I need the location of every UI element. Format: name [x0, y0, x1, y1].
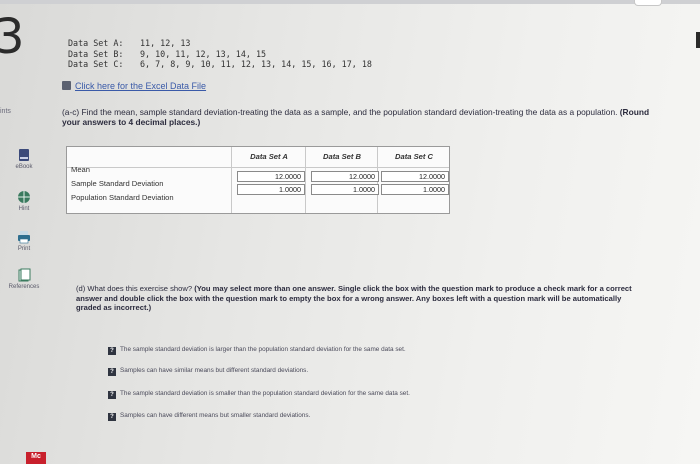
sample-sd-input-a[interactable]: 1.0000 — [237, 184, 305, 195]
excel-link-text[interactable]: Click here for the Excel Data File — [75, 81, 206, 91]
choice-item[interactable]: ? Samples can have similar means but diff… — [108, 367, 308, 376]
mcgraw-hill-logo: Mc — [26, 452, 46, 464]
choice-text: Samples can have different means but sma… — [120, 412, 311, 419]
excel-data-link[interactable]: Click here for the Excel Data File — [62, 81, 206, 91]
top-bar — [0, 0, 700, 4]
excel-file-icon — [62, 81, 71, 90]
sidebar-label-hint: Hint — [18, 206, 30, 212]
sample-sd-input-c[interactable]: 1.0000 — [381, 184, 449, 195]
choice-text: Samples can have similar means but diffe… — [120, 367, 309, 374]
choice-text: The sample standard deviation is larger … — [120, 346, 406, 353]
help-button-fragment[interactable] — [634, 0, 662, 6]
sidebar-item-hint[interactable]: Hint — [6, 190, 42, 212]
data-set-row: Data Set C: 6, 7, 8, 9, 10, 11, 12, 13, 1… — [68, 59, 372, 70]
question-mark-checkbox[interactable]: ? — [108, 347, 116, 355]
sidebar-label-references: References — [8, 284, 40, 290]
question-number: 3 — [0, 9, 25, 65]
row-label-sample-sd: Sample Standard Deviation — [71, 179, 164, 188]
data-set-row: Data Set B: 9, 10, 11, 12, 13, 14, 15 — [68, 49, 372, 60]
sample-sd-input-b[interactable]: 1.0000 — [311, 184, 379, 195]
sidebar-label-print: Print — [17, 246, 31, 252]
column-header: Data Set A — [250, 152, 288, 161]
mean-input-a[interactable]: 12.0000 — [237, 171, 305, 182]
book-icon — [19, 149, 29, 161]
globe-icon — [18, 191, 30, 203]
data-set-values: 6, 7, 8, 9, 10, 11, 12, 13, 14, 15, 16, … — [140, 59, 372, 69]
column-header: Data Set B — [323, 152, 361, 161]
row-label-population-sd: Population Standard Deviation — [71, 193, 174, 202]
sidebar-item-references[interactable]: References — [6, 268, 42, 290]
data-set-name: Data Set B: — [68, 48, 124, 59]
right-edge-control[interactable] — [696, 32, 700, 48]
data-set-row: Data Set A: 11, 12, 13 — [68, 38, 372, 49]
question-d-text: (d) What does this exercise show? — [76, 284, 193, 293]
data-set-values: 11, 12, 13 — [140, 38, 191, 48]
question-mark-checkbox[interactable]: ? — [108, 413, 116, 421]
sidebar-item-print[interactable]: Print — [6, 230, 42, 252]
data-set-values: 9, 10, 11, 12, 13, 14, 15 — [140, 48, 267, 59]
question-mark-checkbox[interactable]: ? — [108, 368, 116, 376]
question-ac-text: (a-c) Find the mean, sample standard dev… — [62, 107, 618, 117]
references-icon — [18, 268, 31, 282]
question-d: (d) What does this exercise show? (You m… — [76, 284, 646, 313]
data-set-name: Data Set A: — [68, 38, 124, 48]
choice-text: The sample standard deviation is smaller… — [120, 390, 410, 397]
printer-icon — [18, 231, 30, 244]
answer-table: Data Set A Data Set B Data Set C Mean Sa… — [66, 146, 450, 214]
column-header: Data Set C — [395, 152, 433, 161]
data-sets: Data Set A: 11, 12, 13 Data Set B: 9, 10, … — [68, 38, 372, 70]
question-mark-checkbox[interactable]: ? — [108, 391, 116, 399]
mean-input-c[interactable]: 12.0000 — [381, 171, 449, 182]
data-set-name: Data Set C: — [68, 59, 124, 69]
row-label-mean: Mean — [71, 165, 90, 174]
sidebar-item-ebook[interactable]: eBook — [6, 148, 42, 170]
sidebar-label-ebook: eBook — [15, 164, 33, 170]
choice-item[interactable]: ? The sample standard deviation is smalle… — [108, 390, 410, 399]
choice-item[interactable]: ? Samples can have different means but sm… — [108, 412, 310, 421]
points-label: ints — [0, 108, 11, 115]
question-ac: (a-c) Find the mean, sample standard dev… — [62, 107, 656, 127]
mean-input-b[interactable]: 12.0000 — [311, 171, 379, 182]
choice-item[interactable]: ? The sample standard deviation is larger… — [108, 346, 406, 355]
